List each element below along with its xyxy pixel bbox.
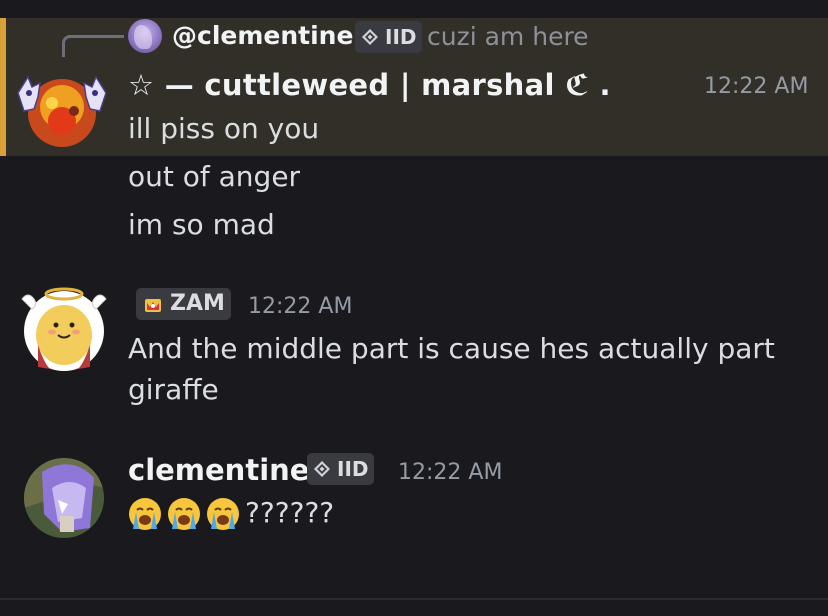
message1-line-2: out of anger — [128, 160, 301, 193]
message2-timestamp[interactable]: 12:22 AM — [248, 294, 352, 319]
reply-guild-tag-label: IID — [385, 25, 417, 49]
loudly-crying-face-icon — [207, 498, 239, 530]
reply-connector-line — [62, 35, 124, 57]
loudly-crying-face-icon — [168, 498, 200, 530]
clementine-guild-tag-label: IID — [337, 457, 369, 481]
diamond-tag-icon — [362, 29, 378, 45]
loudly-crying-face-icon — [129, 498, 161, 530]
message2-line-2: giraffe — [128, 373, 219, 406]
zam-avatar[interactable] — [16, 283, 112, 373]
zam-guild-tag[interactable]: ZAM — [136, 288, 231, 320]
message3-content: ?????? — [128, 496, 334, 531]
top-strip — [0, 0, 828, 18]
message3-timestamp[interactable]: 12:22 AM — [398, 460, 502, 485]
reply-avatar[interactable] — [128, 19, 162, 53]
reply-guild-tag[interactable]: IID — [355, 21, 423, 53]
reply-author-name[interactable]: @clementine ; — [172, 21, 372, 50]
diamond-tag-icon — [314, 461, 330, 477]
message1-line-3: im so mad — [128, 208, 275, 241]
clementine-author-name[interactable]: clementine ; — [128, 453, 331, 487]
mention-highlight-bar — [0, 18, 6, 156]
cuttleweed-avatar[interactable] — [12, 63, 112, 151]
zam-guild-tag-label: ZAM — [170, 291, 225, 316]
clementine-avatar[interactable] — [24, 458, 104, 538]
cuttleweed-author-name[interactable]: ☆ — cuttleweed | marshal ℭ . — [128, 68, 611, 102]
reply-preview-text[interactable]: cuzi am here — [427, 22, 589, 51]
message1-timestamp[interactable]: 12:22 AM — [704, 74, 808, 99]
message1-line-1: ill piss on you — [128, 112, 320, 145]
message2-line-1: And the middle part is cause hes actuall… — [128, 332, 775, 365]
message3-text: ?????? — [245, 496, 335, 529]
clementine-guild-tag[interactable]: IID — [307, 453, 375, 485]
divider — [0, 598, 828, 600]
crown-tag-icon — [145, 299, 161, 312]
